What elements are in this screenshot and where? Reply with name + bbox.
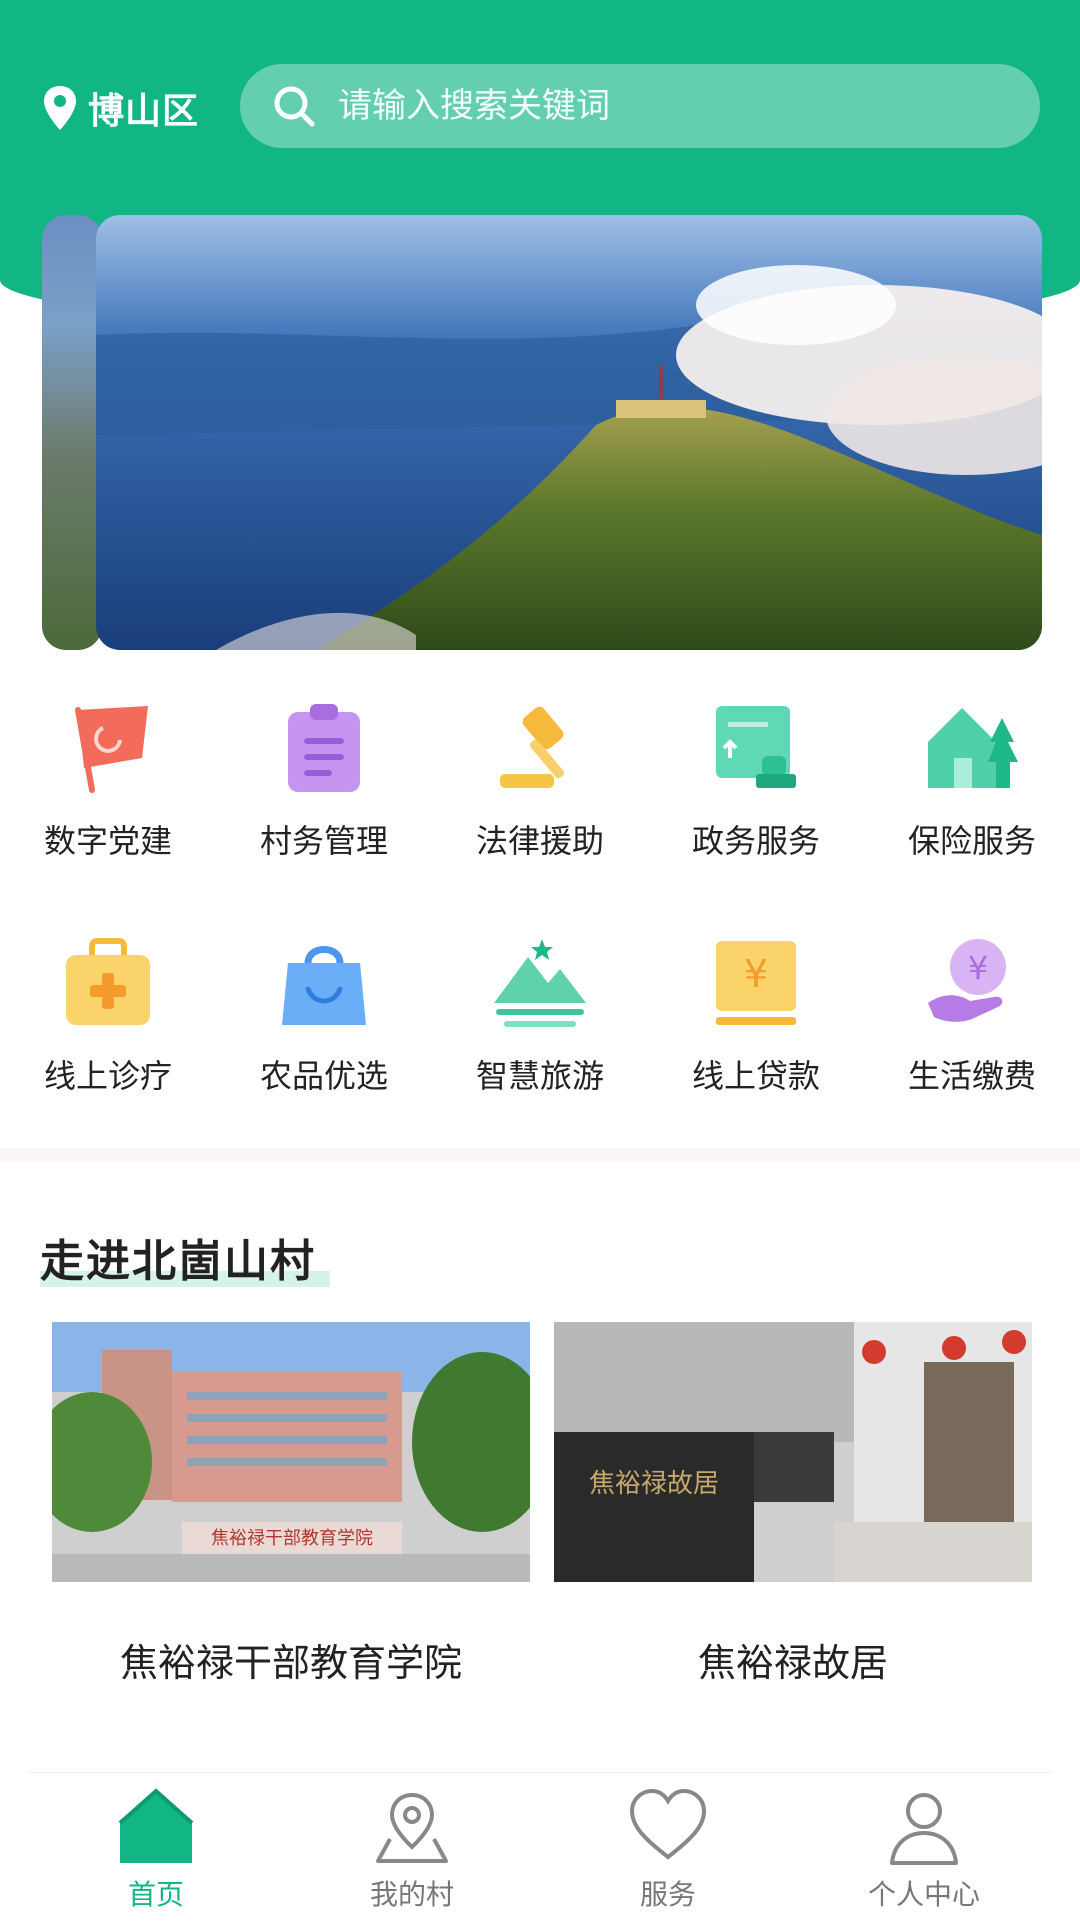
service-utility-payment[interactable]: ¥ 生活缴费 — [864, 925, 1080, 1160]
service-label: 村务管理 — [259, 822, 388, 860]
service-label: 智慧旅游 — [475, 1057, 604, 1095]
village-cards: 焦裕禄干部教育学院 焦裕禄干部教育学院 焦裕禄故居 焦裕禄故居 — [52, 1322, 1032, 1712]
tab-label: 服务 — [639, 1878, 696, 1911]
service-legal-aid[interactable]: 法律援助 — [432, 690, 648, 925]
service-smart-tourism[interactable]: 智慧旅游 — [432, 925, 648, 1160]
party-flag-icon — [75, 706, 148, 793]
residence-photo: 焦裕禄故居 — [554, 1322, 1032, 1582]
service-row: 数字党建 村务管理 法律援助 政务服务 保险服务 — [0, 690, 1080, 925]
user-icon — [890, 1793, 958, 1865]
heart-icon — [629, 1788, 707, 1860]
card-title: 焦裕禄干部教育学院 — [119, 1641, 462, 1685]
service-label: 数字党建 — [43, 822, 172, 860]
svg-text:焦裕禄干部教育学院: 焦裕禄干部教育学院 — [211, 1528, 373, 1549]
section-divider — [0, 1148, 1080, 1162]
location-pin-icon — [44, 86, 76, 130]
banner-carousel[interactable] — [96, 215, 1042, 650]
home-icon — [118, 1788, 194, 1863]
service-insurance[interactable]: 保险服务 — [864, 690, 1080, 925]
service-label: 政务服务 — [691, 822, 820, 860]
search-icon — [274, 86, 315, 127]
section-title-text: 走进北崮山村 — [40, 1236, 316, 1287]
location-label: 博山区 — [88, 91, 200, 132]
service-label: 线上诊疗 — [43, 1057, 172, 1095]
bottom-tab-bar: 首页 我的村 服务 个人中心 — [28, 1772, 1052, 1921]
service-label: 法律援助 — [475, 822, 604, 860]
shopping-bag-icon — [282, 946, 366, 1025]
service-village-affairs[interactable]: 村务管理 — [216, 690, 432, 925]
service-online-loan[interactable]: ¥ 线上贷款 — [648, 925, 864, 1160]
service-label: 线上贷款 — [691, 1057, 820, 1095]
service-grid: 数字党建 村务管理 法律援助 政务服务 保险服务 线上诊疗 农品优选 智慧旅游 … — [0, 690, 1080, 1160]
svg-text:¥: ¥ — [744, 952, 768, 996]
gavel-icon — [500, 706, 564, 788]
yen-hand-icon: ¥ — [928, 939, 1006, 1022]
search-input[interactable] — [336, 85, 980, 127]
house-tree-icon — [928, 708, 1018, 788]
banner-image — [96, 215, 1042, 650]
search-bar[interactable] — [240, 64, 1040, 148]
tab-label: 个人中心 — [867, 1878, 980, 1911]
service-row: 线上诊疗 农品优选 智慧旅游 ¥ 线上贷款 ¥ 生活缴费 — [0, 925, 1080, 1160]
tab-home[interactable]: 首页 — [28, 1773, 284, 1921]
section-title: 走进北崮山村 — [40, 1225, 330, 1289]
tab-my-village[interactable]: 我的村 — [284, 1773, 540, 1921]
certificate-stamp-icon — [716, 706, 796, 788]
service-party-building[interactable]: 数字党建 — [0, 690, 216, 925]
service-label: 农品优选 — [259, 1057, 388, 1095]
medical-kit-icon — [66, 938, 150, 1025]
service-online-clinic[interactable]: 线上诊疗 — [0, 925, 216, 1160]
service-government[interactable]: 政务服务 — [648, 690, 864, 925]
clipboard-icon — [288, 704, 360, 792]
tab-label: 首页 — [127, 1878, 184, 1911]
tab-services[interactable]: 服务 — [540, 1773, 796, 1921]
service-label: 保险服务 — [907, 822, 1036, 860]
card-academy[interactable]: 焦裕禄干部教育学院 焦裕禄干部教育学院 — [52, 1322, 530, 1712]
svg-text:¥: ¥ — [968, 949, 988, 987]
yen-card-icon: ¥ — [716, 941, 796, 1025]
banner-previous-slide[interactable] — [42, 215, 102, 650]
tab-label: 我的村 — [369, 1878, 454, 1911]
card-title: 焦裕禄故居 — [697, 1641, 888, 1685]
service-farm-products[interactable]: 农品优选 — [216, 925, 432, 1160]
academy-photo: 焦裕禄干部教育学院 — [52, 1322, 530, 1582]
mountain-star-icon — [494, 939, 586, 1027]
map-pin-icon — [376, 1792, 448, 1863]
service-label: 生活缴费 — [907, 1057, 1036, 1095]
tab-profile[interactable]: 个人中心 — [796, 1773, 1052, 1921]
location-selector[interactable]: 博山区 — [40, 80, 199, 136]
svg-text:焦裕禄故居: 焦裕禄故居 — [589, 1469, 719, 1499]
card-residence[interactable]: 焦裕禄故居 焦裕禄故居 — [554, 1322, 1032, 1712]
